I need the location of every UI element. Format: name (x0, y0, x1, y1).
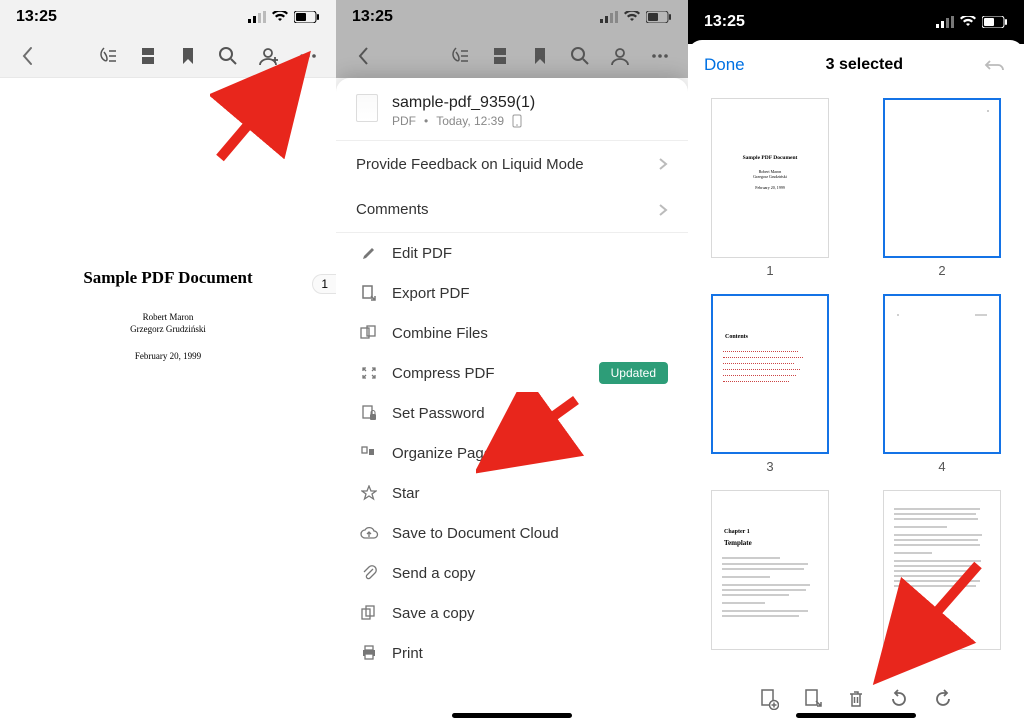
document-authors: Robert Maron Grzegorz Grudziński (0, 312, 336, 335)
insert-page-icon[interactable] (759, 688, 779, 710)
cloud-upload-icon (356, 526, 382, 540)
paperclip-icon (356, 564, 382, 582)
menu-combine-files[interactable]: Combine Files (336, 313, 688, 353)
menu-compress-pdf[interactable]: Compress PDFUpdated (336, 353, 688, 393)
file-meta: PDF • Today, 12:39 (392, 114, 668, 128)
more-menu-icon[interactable] (288, 36, 328, 76)
status-time: 13:25 (16, 8, 57, 26)
done-button[interactable]: Done (704, 55, 745, 75)
page-thumb-3[interactable]: Contents 3 (708, 294, 832, 474)
liquid-mode-icon[interactable] (88, 36, 128, 76)
lock-icon (356, 404, 382, 422)
share-person-icon[interactable] (600, 36, 640, 76)
star-icon (356, 485, 382, 501)
pencil-icon (356, 245, 382, 261)
page-thumb-2[interactable]: 2 (880, 98, 1004, 278)
back-button[interactable] (8, 36, 48, 76)
page-count-indicator: 1 (312, 274, 336, 294)
extract-page-icon[interactable] (803, 688, 823, 710)
menu-set-password[interactable]: Set Password (336, 393, 688, 433)
document-title: Sample PDF Document (0, 268, 336, 288)
file-thumbnail (356, 94, 378, 122)
page-thumb-5[interactable]: Chapter 1 Template (708, 490, 832, 650)
menu-save-copy[interactable]: Save a copy (336, 593, 688, 633)
duplicate-icon (356, 605, 382, 621)
view-mode-icon[interactable] (128, 36, 168, 76)
search-icon[interactable] (208, 36, 248, 76)
search-icon[interactable] (560, 36, 600, 76)
document-menu-sheet: sample-pdf_9359(1) PDF • Today, 12:39 Pr… (336, 78, 688, 727)
page-thumb-1[interactable]: Sample PDF Document Robert Maron Grzegor… (708, 98, 832, 278)
bookmark-icon[interactable] (168, 36, 208, 76)
status-right (248, 11, 320, 23)
menu-feedback[interactable]: Provide Feedback on Liquid Mode (336, 141, 688, 187)
view-mode-icon[interactable] (480, 36, 520, 76)
menu-edit-pdf[interactable]: Edit PDF (336, 233, 688, 273)
share-person-icon[interactable] (248, 36, 288, 76)
menu-save-cloud[interactable]: Save to Document Cloud (336, 513, 688, 553)
status-time: 13:25 (352, 8, 393, 26)
back-button[interactable] (344, 36, 384, 76)
file-name: sample-pdf_9359(1) (392, 94, 668, 112)
menu-export-pdf[interactable]: Export PDF (336, 273, 688, 313)
organize-icon (356, 445, 382, 461)
chevron-right-icon (658, 203, 668, 217)
document-date: February 20, 1999 (0, 351, 336, 361)
status-time: 13:25 (704, 13, 745, 31)
rotate-right-icon[interactable] (933, 689, 953, 709)
menu-organize-pages[interactable]: Organize Pages (336, 433, 688, 473)
menu-star[interactable]: Star (336, 473, 688, 513)
home-indicator (796, 713, 916, 718)
menu-comments[interactable]: Comments (336, 187, 688, 233)
page-thumb-4[interactable]: 4 (880, 294, 1004, 474)
menu-send-copy[interactable]: Send a copy (336, 553, 688, 593)
compress-icon (356, 365, 382, 381)
combine-icon (356, 325, 382, 341)
export-icon (356, 284, 382, 302)
updated-badge: Updated (599, 362, 668, 384)
delete-page-icon[interactable] (847, 689, 865, 709)
printer-icon (356, 645, 382, 661)
selection-title: 3 selected (745, 56, 984, 74)
page-thumb-6[interactable] (880, 490, 1004, 650)
bookmark-icon[interactable] (520, 36, 560, 76)
menu-print[interactable]: Print (336, 633, 688, 673)
status-right (600, 11, 672, 23)
liquid-mode-icon[interactable] (440, 36, 480, 76)
undo-icon[interactable] (984, 57, 1008, 73)
more-menu-icon[interactable] (640, 36, 680, 76)
chevron-right-icon (658, 157, 668, 171)
home-indicator (452, 713, 572, 718)
status-right (936, 16, 1008, 28)
rotate-left-icon[interactable] (889, 689, 909, 709)
